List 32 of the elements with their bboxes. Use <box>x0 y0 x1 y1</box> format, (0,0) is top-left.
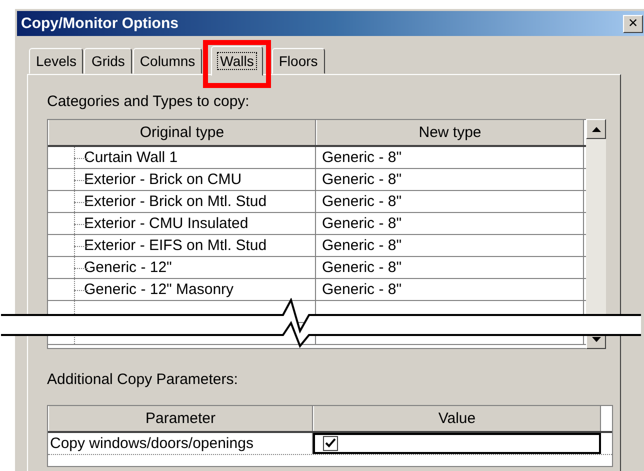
section-label: Categories and Types to copy: <box>47 93 250 112</box>
column-header[interactable]: New type <box>316 120 584 145</box>
table-cell: Generic - 8" <box>316 191 584 212</box>
window-title: Copy/Monitor Options <box>21 15 178 32</box>
tab[interactable]: Floors <box>272 48 325 74</box>
table-cell: Generic - 8" <box>316 169 584 190</box>
table-cell: Generic - 8" <box>316 147 584 168</box>
scroll-up-icon[interactable] <box>586 119 606 139</box>
table-cell: Exterior - EIFS on Mtl. Stud <box>48 235 316 256</box>
column-header[interactable]: Original type <box>48 120 316 145</box>
table-cell: Generic - 8" <box>316 235 584 256</box>
table-cell: Generic - 8" <box>316 213 584 234</box>
close-button[interactable]: × <box>623 14 643 32</box>
table-cell: Generic - 12" Masonry <box>48 279 316 300</box>
section-label: Additional Copy Parameters: <box>47 371 239 390</box>
highlight-frame <box>203 40 271 88</box>
tab[interactable]: Walls <box>211 46 263 76</box>
tab[interactable]: Grids <box>84 48 132 74</box>
table-cell: Generic - 8" <box>316 279 584 300</box>
table-cell: Exterior - Brick on CMU <box>48 169 316 190</box>
table-cell: Generic - 8" <box>316 257 584 278</box>
table-cell: Exterior - CMU Insulated <box>48 213 316 234</box>
table-cell: Generic - 12" <box>48 257 316 278</box>
scrollbar[interactable] <box>586 119 606 349</box>
tab[interactable]: Levels <box>29 48 84 74</box>
tab[interactable]: Columns <box>132 48 202 74</box>
column-header[interactable]: Parameter <box>48 406 313 431</box>
checkbox[interactable] <box>323 436 338 451</box>
table-cell: Exterior - Brick on Mtl. Stud <box>48 191 316 212</box>
column-header[interactable]: Value <box>313 406 601 431</box>
table-cell: Copy windows/doors/openings <box>48 433 313 454</box>
table-cell: Curtain Wall 1 <box>48 147 316 168</box>
